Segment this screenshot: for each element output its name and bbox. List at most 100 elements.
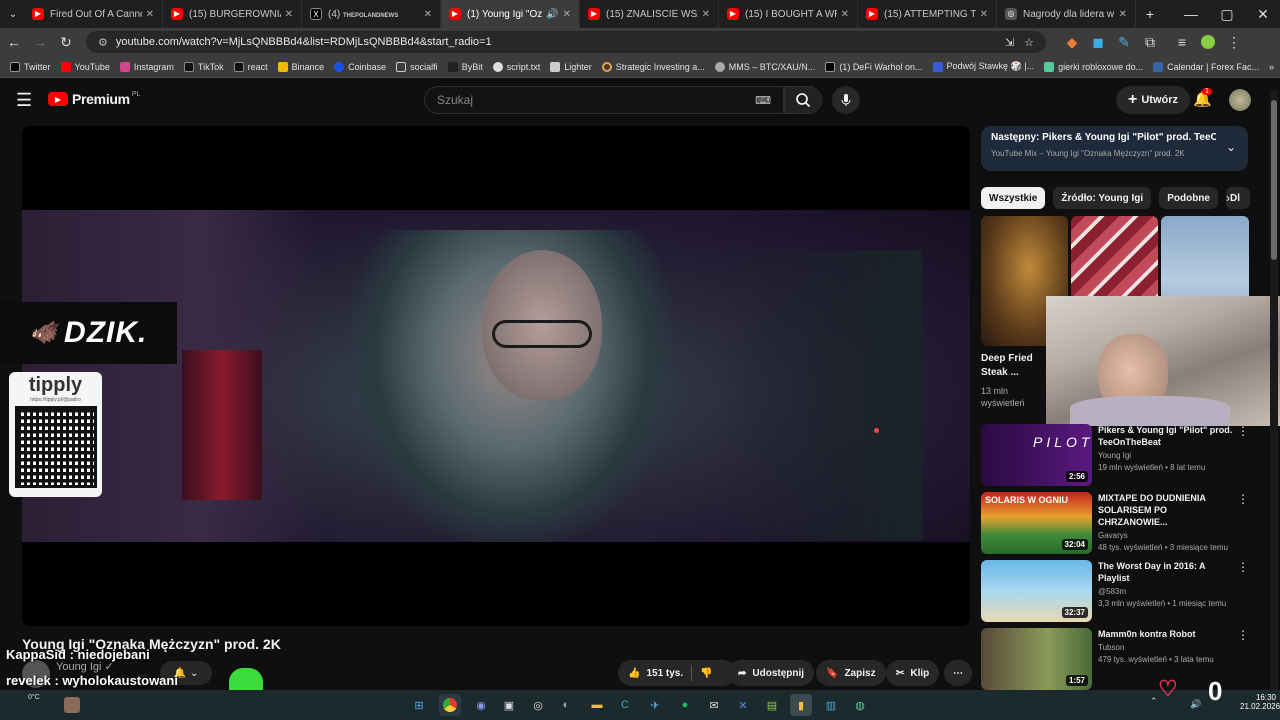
bookmark-item[interactable]: Instagram <box>119 61 174 72</box>
taskbar-clock[interactable]: 16:30 21.02.2026 <box>1240 693 1280 711</box>
youtube-premium-logo[interactable]: ▶ Premium PL <box>48 91 140 107</box>
speaker-tray-icon[interactable]: 🔊 <box>1190 699 1201 710</box>
steam-taskbar-icon[interactable]: ◐ <box>555 694 577 716</box>
media-icon[interactable]: ≡ <box>1170 30 1194 54</box>
keyboard-icon[interactable]: ⌨ <box>755 94 771 107</box>
clip-button[interactable]: ✂ Klip <box>886 660 940 686</box>
short-title[interactable]: Deep Fried Steak ... <box>981 352 1043 380</box>
close-tab-icon[interactable]: ✕ <box>702 9 710 20</box>
recommended-video[interactable]: PILOT 2:56 Pikers & Young Igi "Pilot" pr… <box>981 424 1253 486</box>
install-app-icon[interactable]: ⇲ <box>1005 36 1014 49</box>
app-taskbar-icon[interactable]: ◍ <box>849 694 871 716</box>
browser-tab[interactable]: X (4) THEPOLANDNEWS ✕ <box>302 0 441 28</box>
voice-search-button[interactable] <box>832 86 860 114</box>
tab-search-icon[interactable]: ⌄ <box>2 2 24 26</box>
bookmark-folder[interactable]: socialfi <box>396 61 438 72</box>
tray-overflow-icon[interactable]: ⌃ <box>1150 696 1158 707</box>
bookmark-item[interactable]: Coinbase <box>334 61 386 72</box>
page-scrollbar[interactable] <box>1270 90 1278 690</box>
bookmark-item[interactable]: ByBit <box>447 61 483 72</box>
like-button[interactable]: 👍 151 tys. <box>628 668 683 679</box>
extensions-puzzle-icon[interactable]: ⧉ <box>1138 30 1162 54</box>
app-taskbar-icon[interactable]: C <box>614 694 636 716</box>
bookmark-item[interactable]: script.txt <box>492 61 540 72</box>
extension-icon[interactable]: ✎ <box>1112 30 1136 54</box>
app-taskbar-icon[interactable]: ✉ <box>703 694 725 716</box>
site-info-icon[interactable]: ⚙ <box>98 36 108 49</box>
new-tab-icon[interactable]: + <box>1138 2 1162 26</box>
recommended-video[interactable]: 32:37 The Worst Day in 2016: A Playlist @… <box>981 560 1253 622</box>
weather-temp[interactable]: 0°C <box>28 694 40 701</box>
bookmark-item[interactable]: TikTok <box>183 61 224 72</box>
close-tab-icon[interactable]: ✕ <box>1119 9 1127 20</box>
app-taskbar-icon[interactable]: ✈ <box>644 694 666 716</box>
app-taskbar-icon[interactable]: ◎ <box>527 694 549 716</box>
bookmark-item[interactable]: MMS – BTC/XAU/N... <box>714 61 815 72</box>
speaker-icon[interactable]: 🔊 <box>546 9 558 20</box>
search-button[interactable] <box>784 86 822 114</box>
app-taskbar-icon[interactable]: ▮ <box>790 694 812 716</box>
back-icon[interactable]: ← <box>2 30 26 54</box>
bookmark-item[interactable]: Calendar | Forex Fac... <box>1153 61 1259 72</box>
chip-all[interactable]: Wszystkie <box>981 187 1046 209</box>
file-explorer-icon[interactable]: ▬ <box>586 694 608 716</box>
browser-menu-icon[interactable]: ⋮ <box>1222 30 1246 54</box>
bookmark-item[interactable]: Lighter <box>550 61 592 72</box>
browser-tab[interactable]: ◎ Nagrody dla lidera w „Th ✕ <box>997 0 1136 28</box>
close-tab-icon[interactable]: ✕ <box>980 9 988 20</box>
browser-tab[interactable]: ▶ (15) ATTEMPTING THE JO ✕ <box>858 0 997 28</box>
close-tab-icon[interactable]: ✕ <box>146 9 154 20</box>
up-next-panel[interactable]: Następny: Pikers & Young Igi "Pilot" pro… <box>981 126 1248 171</box>
bookmark-item[interactable]: Binance <box>277 61 324 72</box>
bookmarks-overflow-icon[interactable]: » <box>1269 62 1274 72</box>
browser-tab[interactable]: ▶ (15) BURGEROWNIA KUP ✕ <box>163 0 302 28</box>
chip-source[interactable]: Źródło: Young Igi <box>1053 187 1152 209</box>
profile-avatar-icon[interactable] <box>1196 30 1220 54</box>
chevron-down-icon[interactable]: ⌄ <box>1226 140 1236 154</box>
windows-start-icon[interactable]: ⊞ <box>408 694 430 716</box>
more-vertical-icon[interactable]: ⋮ <box>1236 492 1250 554</box>
recommended-video[interactable]: SOLARIS W OGNIU 32:04 MIXTAPE DO DUDNIEN… <box>981 492 1253 554</box>
app-taskbar-icon[interactable]: ▣ <box>498 694 520 716</box>
extension-icon[interactable]: ◼ <box>1086 30 1110 54</box>
close-tab-icon[interactable]: ✕ <box>424 9 432 20</box>
browser-tab[interactable]: ▶ Fired Out Of A Cannon - Y ✕ <box>24 0 163 28</box>
browser-tab[interactable]: ▶ (15) I BOUGHT A WRECK ✕ <box>719 0 858 28</box>
notepad-taskbar-icon[interactable]: ▥ <box>820 694 842 716</box>
browser-tab[interactable]: ▶ (15) ZNALIŚCIE WSZYSTK ✕ <box>580 0 719 28</box>
maximize-icon[interactable]: ▢ <box>1210 2 1244 26</box>
hamburger-menu-icon[interactable]: ☰ <box>16 90 32 111</box>
app-taskbar-icon[interactable]: ▤ <box>761 694 783 716</box>
chrome-taskbar-icon[interactable] <box>439 694 461 716</box>
more-vertical-icon[interactable]: ⋮ <box>1236 424 1250 486</box>
search-input[interactable]: Szukaj ⌨ <box>424 86 784 114</box>
close-tab-icon[interactable]: ✕ <box>563 9 571 20</box>
chevron-right-icon[interactable]: › <box>1226 191 1230 205</box>
account-avatar[interactable] <box>1229 89 1251 111</box>
spotify-taskbar-icon[interactable]: ● <box>674 694 696 716</box>
discord-taskbar-icon[interactable]: ◉ <box>470 694 492 716</box>
save-button[interactable]: 🔖 Zapisz <box>816 660 886 686</box>
bookmark-star-icon[interactable]: ☆ <box>1024 36 1034 49</box>
close-window-icon[interactable]: ✕ <box>1246 2 1280 26</box>
more-vertical-icon[interactable]: ⋮ <box>1236 628 1250 690</box>
more-vertical-icon[interactable]: ⋮ <box>1236 560 1250 622</box>
minimize-icon[interactable]: — <box>1174 2 1208 26</box>
extension-icon[interactable]: ◆ <box>1060 30 1084 54</box>
bookmark-item[interactable]: react <box>233 61 268 72</box>
browser-tab-active[interactable]: ▶ (1) Young Igi "Oznaka🔊 ✕ <box>441 0 580 28</box>
close-tab-icon[interactable]: ✕ <box>841 9 849 20</box>
reload-icon[interactable]: ↻ <box>54 30 78 54</box>
bookmark-item[interactable]: Strategic Investing a... <box>601 61 705 72</box>
share-button[interactable]: ➦ Udostępnij <box>728 660 815 686</box>
more-actions-button[interactable]: ⋯ <box>944 660 972 686</box>
bookmark-item[interactable]: YouTube <box>60 61 110 72</box>
chip-related[interactable]: Podobne <box>1159 187 1218 209</box>
bookmark-item[interactable]: (1) DeFi Warhol on... <box>825 61 923 72</box>
bookmark-item[interactable]: Twitter <box>10 61 51 72</box>
close-tab-icon[interactable]: ✕ <box>285 9 293 20</box>
bookmark-item[interactable]: gierki robloxowe do... <box>1044 61 1143 72</box>
video-player[interactable] <box>22 126 970 626</box>
app-taskbar-icon[interactable]: ✕ <box>732 694 754 716</box>
create-button[interactable]: + Utwórz <box>1116 86 1191 114</box>
